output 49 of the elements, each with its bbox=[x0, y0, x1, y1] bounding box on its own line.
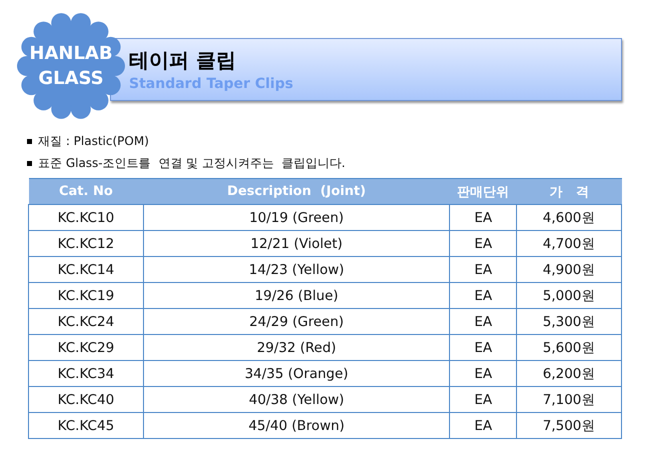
table-cell: KC.KC29 bbox=[28, 334, 144, 360]
logo-text: GLASS bbox=[38, 67, 104, 91]
table-cell: KC.KC24 bbox=[28, 308, 144, 334]
table-cell: 5,300원 bbox=[516, 308, 622, 334]
bullet-icon bbox=[27, 138, 32, 144]
table-cell: KC.KC14 bbox=[28, 256, 144, 282]
table-cell: EA bbox=[450, 230, 517, 256]
logo-badge-icon bbox=[15, 12, 127, 120]
column-header: Cat. No bbox=[28, 178, 144, 204]
table-cell: EA bbox=[450, 308, 517, 334]
table-cell: KC.KC34 bbox=[28, 360, 144, 386]
table-cell: EA bbox=[450, 334, 517, 360]
table-cell: 7,500원 bbox=[516, 412, 622, 438]
bullet-icon bbox=[27, 160, 32, 166]
table-cell: KC.KC45 bbox=[28, 412, 144, 438]
column-header: 판매단위 bbox=[450, 178, 517, 204]
logo-text: HANLAB bbox=[29, 42, 113, 66]
table-cell: 4,600원 bbox=[516, 204, 622, 230]
table-cell: 34/35 (Orange) bbox=[143, 360, 450, 386]
table-cell: 14/23 (Yellow) bbox=[143, 256, 450, 282]
table-cell: 4,900원 bbox=[516, 256, 622, 282]
table-cell: 45/40 (Brown) bbox=[143, 412, 450, 438]
note-text: 재질 : Plastic(POM) bbox=[38, 133, 149, 150]
column-header: Description (Joint) bbox=[143, 178, 450, 204]
table-cell: EA bbox=[450, 412, 517, 438]
table-cell: 5,000원 bbox=[516, 282, 622, 308]
table-cell: 5,600원 bbox=[516, 334, 622, 360]
table-cell: 29/32 (Red) bbox=[143, 334, 450, 360]
table-cell: 19/26 (Blue) bbox=[143, 282, 450, 308]
table-cell: 4,700원 bbox=[516, 230, 622, 256]
table-cell: 6,200원 bbox=[516, 360, 622, 386]
table-cell: KC.KC10 bbox=[28, 204, 144, 230]
table-cell: KC.KC12 bbox=[28, 230, 144, 256]
table-cell: KC.KC40 bbox=[28, 386, 144, 412]
table-cell: EA bbox=[450, 204, 517, 230]
table-cell: 10/19 (Green) bbox=[143, 204, 450, 230]
table-cell: 40/38 (Yellow) bbox=[143, 386, 450, 412]
column-header: 가 격 bbox=[516, 178, 622, 204]
table-cell: 7,100원 bbox=[516, 386, 622, 412]
table-cell: KC.KC19 bbox=[28, 282, 144, 308]
table-cell: 24/29 (Green) bbox=[143, 308, 450, 334]
table-cell: 12/21 (Violet) bbox=[143, 230, 450, 256]
table-cell: EA bbox=[450, 360, 517, 386]
table-cell: EA bbox=[450, 386, 517, 412]
page-title: 테이퍼 클립 bbox=[129, 47, 236, 74]
page-subtitle: Standard Taper Clips bbox=[129, 76, 294, 92]
table-cell: EA bbox=[450, 282, 517, 308]
note-text: 표준 Glass-조인트를 연결 및 고정시켜주는 클립입니다. bbox=[38, 155, 346, 172]
table-cell: EA bbox=[450, 256, 517, 282]
